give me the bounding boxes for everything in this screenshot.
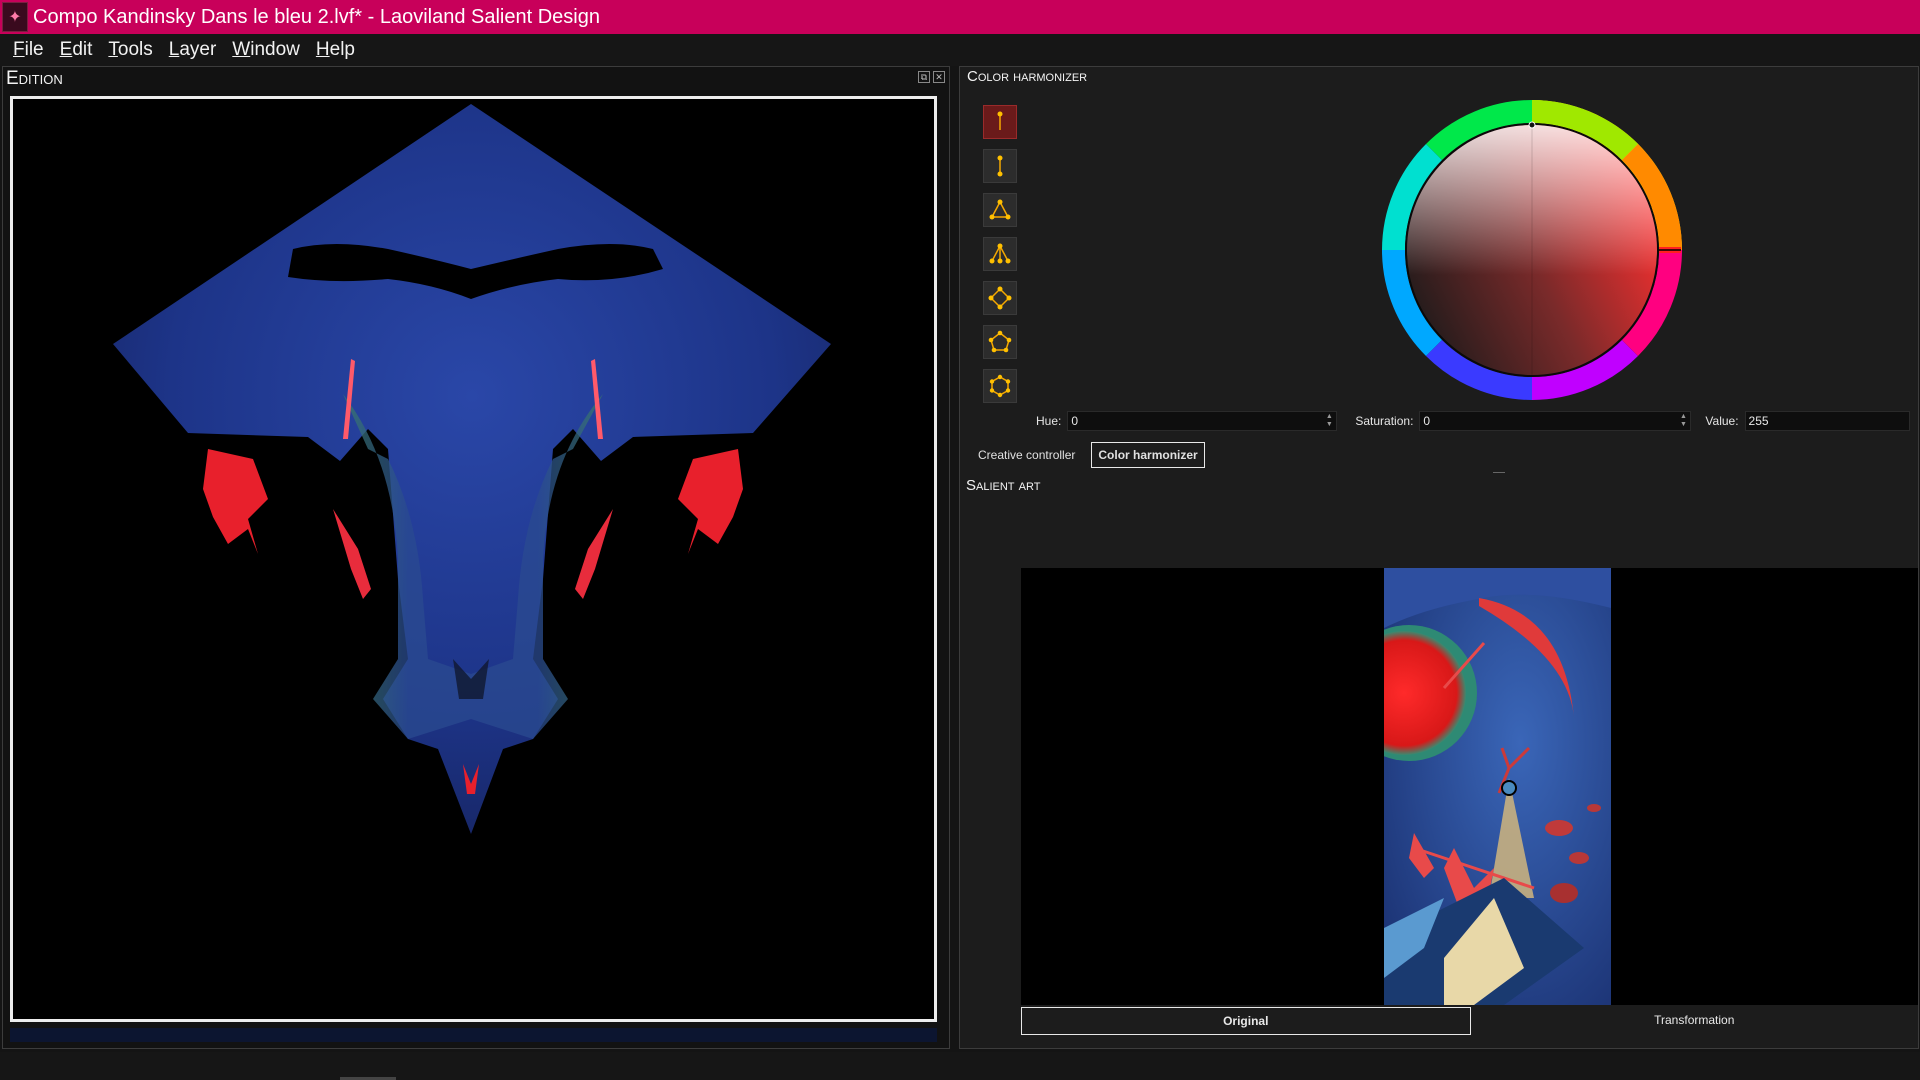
value-value: 255 [1748, 414, 1769, 428]
saturation-spin-arrows-icon[interactable]: ▲ ▼ [1678, 413, 1688, 429]
menu-tools[interactable]: Tools [108, 39, 152, 61]
hue-spin-arrows-icon[interactable]: ▲ ▼ [1324, 413, 1334, 429]
tab-original[interactable]: Original [1021, 1007, 1471, 1035]
monochromatic-harmony-icon[interactable] [983, 105, 1017, 139]
edition-status-strip [10, 1028, 937, 1042]
salient-art-viewer[interactable] [1021, 568, 1918, 1005]
hexagon-harmony-icon[interactable] [983, 369, 1017, 403]
value-spinbox[interactable]: 255 [1744, 411, 1910, 431]
tab-transformation[interactable]: Transformation [1471, 1007, 1919, 1035]
saturation-value: 0 [1423, 414, 1431, 428]
square-harmony-icon[interactable] [983, 281, 1017, 315]
color-wheel[interactable] [1379, 97, 1685, 403]
app-logo-icon[interactable]: ✦ [2, 2, 28, 32]
controller-tabs: Creative controller Color harmonizer [974, 442, 1205, 468]
pentagon-harmony-icon[interactable] [983, 325, 1017, 359]
menu-help[interactable]: Help [316, 39, 355, 61]
kandinsky-painting-image [1384, 568, 1611, 1005]
hsv-controls: Hue: 0 ▲ ▼ Saturation: 0 ▲ ▼ Value: 255 [960, 410, 1918, 432]
close-icon[interactable]: ✕ [933, 71, 945, 83]
hue-value: 0 [1071, 414, 1079, 428]
saturation-spinbox[interactable]: 0 ▲ ▼ [1419, 411, 1692, 431]
split-triad-harmony-icon[interactable] [983, 237, 1017, 271]
status-bar [0, 1052, 1920, 1080]
salient-view-tabs: Original Transformation [1021, 1007, 1918, 1035]
salient-art-title: Salient art [966, 477, 1041, 494]
harmony-tool-list [983, 105, 1019, 413]
tab-color-harmonizer[interactable]: Color harmonizer [1091, 442, 1205, 468]
edition-panel-title: Edition [6, 68, 63, 89]
menu-edit[interactable]: Edit [60, 39, 93, 61]
color-harmonizer-title: Color harmonizer [967, 68, 1088, 85]
right-panel: Color harmonizer Hue: 0 ▲ ▼ Saturation: … [959, 66, 1919, 1049]
menu-bar: File Edit Tools Layer Window Help [0, 34, 1920, 66]
triad-harmony-icon[interactable] [983, 193, 1017, 227]
menu-window[interactable]: Window [232, 39, 300, 61]
edition-canvas[interactable] [10, 96, 937, 1022]
hue-spinbox[interactable]: 0 ▲ ▼ [1067, 411, 1338, 431]
menu-file[interactable]: File [13, 39, 44, 61]
hue-label: Hue: [1036, 414, 1062, 428]
complementary-harmony-icon[interactable] [983, 149, 1017, 183]
edition-panel: Edition ⧉ ✕ [2, 66, 950, 1049]
title-bar: ✦ Compo Kandinsky Dans le bleu 2.lvf* - … [0, 0, 1920, 34]
color-picker-marker[interactable] [1528, 121, 1536, 129]
kaleidoscope-artwork [113, 104, 831, 834]
tab-creative-controller[interactable]: Creative controller [974, 444, 1079, 466]
value-label: Value: [1705, 414, 1739, 428]
saturation-label: Saturation: [1355, 414, 1414, 428]
undock-icon[interactable]: ⧉ [918, 71, 930, 83]
window-title: Compo Kandinsky Dans le bleu 2.lvf* - La… [33, 5, 600, 28]
dock-splitter-handle[interactable] [1493, 472, 1505, 473]
menu-layer[interactable]: Layer [169, 39, 217, 61]
